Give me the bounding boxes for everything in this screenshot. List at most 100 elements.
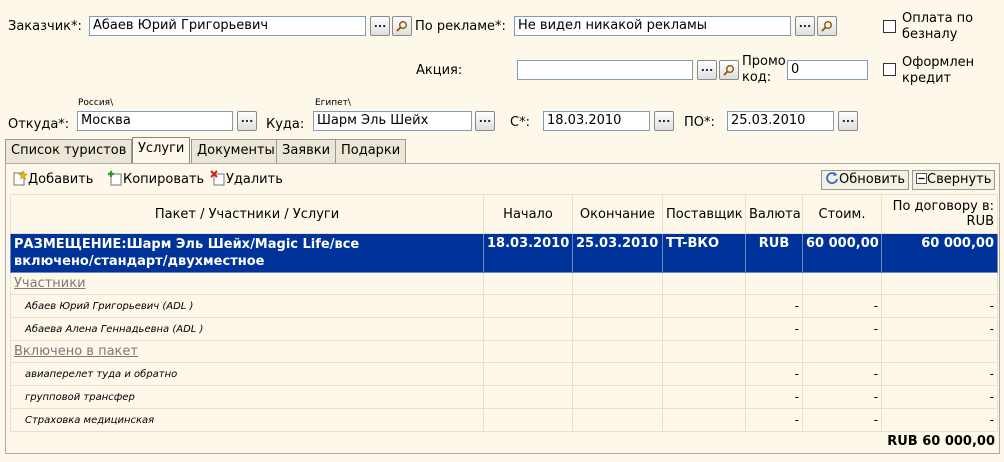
column-header-currency[interactable]: Валюта xyxy=(745,194,803,234)
ad-browse-button[interactable]: ... xyxy=(795,16,815,36)
ad-label: По рекламе*: xyxy=(415,19,506,34)
tab-tourists[interactable]: Список туристов xyxy=(5,139,133,163)
dash-cell: - xyxy=(802,317,882,341)
date-from-input[interactable]: 18.03.2010 xyxy=(543,111,650,131)
table-header-row: Пакет / Участники / Услуги Начало Оконча… xyxy=(10,194,998,234)
package-name-line2: включено/стандарт/двухместное xyxy=(14,254,265,269)
included-section-row[interactable]: Включено в пакет xyxy=(10,340,998,363)
column-header-supplier[interactable]: Поставщик xyxy=(662,194,746,234)
package-row[interactable]: РАЗМЕЩЕНИЕ:Шарм Эль Шейх/Magic Life/все в… xyxy=(10,233,998,273)
table-row[interactable]: Страховка медицинская - - - xyxy=(10,408,998,432)
ad-search-button[interactable] xyxy=(817,16,837,36)
table-row[interactable]: Абаев Юрий Григорьевич (ADL ) - - - xyxy=(10,294,998,318)
from-input[interactable]: Москва xyxy=(77,111,233,131)
date-to-picker-button[interactable]: ... xyxy=(838,111,858,131)
promo-action-browse-button[interactable]: ... xyxy=(697,60,717,80)
cashless-label-line2: безналу xyxy=(902,27,958,42)
to-country: Египет\ xyxy=(315,98,351,108)
dash-cell: - xyxy=(881,294,998,318)
customer-input[interactable]: Абаев Юрий Григорьевич xyxy=(89,16,366,36)
column-header-contract[interactable]: По договору в: RUB xyxy=(881,194,998,234)
delete-button[interactable]: Удалить xyxy=(210,170,283,190)
column-header-start[interactable]: Начало xyxy=(483,194,573,234)
date-to-input[interactable]: 25.03.2010 xyxy=(727,111,834,131)
search-icon xyxy=(723,65,734,76)
copy-button[interactable]: Копировать xyxy=(107,170,204,190)
customer-browse-button[interactable]: ... xyxy=(370,16,390,36)
delete-button-label: Удалить xyxy=(226,172,283,187)
ad-input[interactable]: Не видел никакой рекламы xyxy=(514,16,791,36)
participant-name: Абаева Алена Геннадьевна (ADL ) xyxy=(10,317,484,341)
dash-cell: - xyxy=(802,362,882,386)
promo-code-input[interactable]: 0 xyxy=(787,60,868,80)
table-row[interactable]: авиаперелет туда и обратно - - - xyxy=(10,362,998,386)
date-from-picker-button[interactable]: ... xyxy=(654,111,674,131)
dash-cell: - xyxy=(881,362,998,386)
from-browse-button[interactable]: ... xyxy=(237,111,257,131)
add-button[interactable]: Добавить xyxy=(12,170,93,190)
search-icon xyxy=(396,21,407,32)
column-header-package[interactable]: Пакет / Участники / Услуги xyxy=(10,194,484,234)
collapse-button-label: Свернуть xyxy=(927,172,992,187)
collapse-icon xyxy=(916,173,927,184)
participants-section-row[interactable]: Участники xyxy=(10,272,998,295)
package-name: РАЗМЕЩЕНИЕ:Шарм Эль Шейх/Magic Life/все в… xyxy=(10,233,484,273)
included-service-name: Страховка медицинская xyxy=(10,408,484,432)
package-end: 25.03.2010 xyxy=(572,233,663,273)
package-supplier: TT-ВКО xyxy=(662,233,746,273)
promo-action-label: Акция: xyxy=(416,63,463,78)
copy-icon xyxy=(108,171,122,186)
tab-documents[interactable]: Документы xyxy=(191,139,281,163)
dash-cell: - xyxy=(745,362,803,386)
to-browse-button[interactable]: ... xyxy=(475,111,495,131)
dash-cell: - xyxy=(802,294,882,318)
dash-cell: - xyxy=(802,408,882,432)
promo-action-input[interactable] xyxy=(517,60,693,80)
credit-label-line2: кредит xyxy=(902,71,952,86)
collapse-button[interactable]: Свернуть xyxy=(912,170,996,190)
to-input[interactable]: Шарм Эль Шейх xyxy=(313,111,472,131)
delete-icon xyxy=(210,170,225,186)
from-country: Россия\ xyxy=(78,98,114,108)
column-header-end[interactable]: Окончание xyxy=(572,194,663,234)
customer-label: Заказчик*: xyxy=(8,19,82,34)
dash-cell: - xyxy=(802,385,882,409)
services-panel: Добавить Копировать Удалить Обновить Све… xyxy=(5,163,1000,454)
dash-cell: - xyxy=(745,317,803,341)
column-header-cost[interactable]: Стоим. xyxy=(802,194,882,234)
to-label: Куда: xyxy=(266,117,305,132)
package-start: 18.03.2010 xyxy=(483,233,573,273)
promo-action-search-button[interactable] xyxy=(719,60,739,80)
dash-cell: - xyxy=(745,385,803,409)
tab-gifts[interactable]: Подарки xyxy=(335,139,407,163)
refresh-button[interactable]: Обновить xyxy=(821,170,910,190)
dash-cell: - xyxy=(881,408,998,432)
participants-section-label[interactable]: Участники xyxy=(10,272,484,295)
package-cost: 60 000,00 xyxy=(802,233,882,273)
table-row[interactable]: групповой трансфер - - - xyxy=(10,385,998,409)
included-service-name: авиаперелет туда и обратно xyxy=(10,362,484,386)
cashless-checkbox[interactable] xyxy=(883,20,896,33)
promo-code-label-line2: код: xyxy=(742,70,772,85)
participant-name: Абаев Юрий Григорьевич (ADL ) xyxy=(10,294,484,318)
table-row[interactable]: Абаева Алена Геннадьевна (ADL ) - - - xyxy=(10,317,998,341)
cashless-label-line1: Оплата по xyxy=(902,11,974,26)
total-amount: RUB 60 000,00 xyxy=(887,434,995,449)
search-icon xyxy=(821,21,832,32)
services-table: Пакет / Участники / Услуги Начало Оконча… xyxy=(10,194,998,432)
included-service-name: групповой трансфер xyxy=(10,385,484,409)
customer-search-button[interactable] xyxy=(392,16,412,36)
refresh-button-label: Обновить xyxy=(839,172,906,187)
dash-cell: - xyxy=(881,385,998,409)
dash-cell: - xyxy=(745,294,803,318)
credit-label-line1: Оформлен xyxy=(902,55,975,70)
dash-cell: - xyxy=(745,408,803,432)
package-currency: RUB xyxy=(745,233,803,273)
tab-requests[interactable]: Заявки xyxy=(276,139,337,163)
credit-checkbox[interactable] xyxy=(883,63,896,76)
add-button-label: Добавить xyxy=(28,172,94,187)
add-icon xyxy=(13,170,28,186)
included-section-label[interactable]: Включено в пакет xyxy=(10,340,484,363)
package-contract: 60 000,00 xyxy=(881,233,998,273)
tab-services[interactable]: Услуги xyxy=(132,137,191,164)
